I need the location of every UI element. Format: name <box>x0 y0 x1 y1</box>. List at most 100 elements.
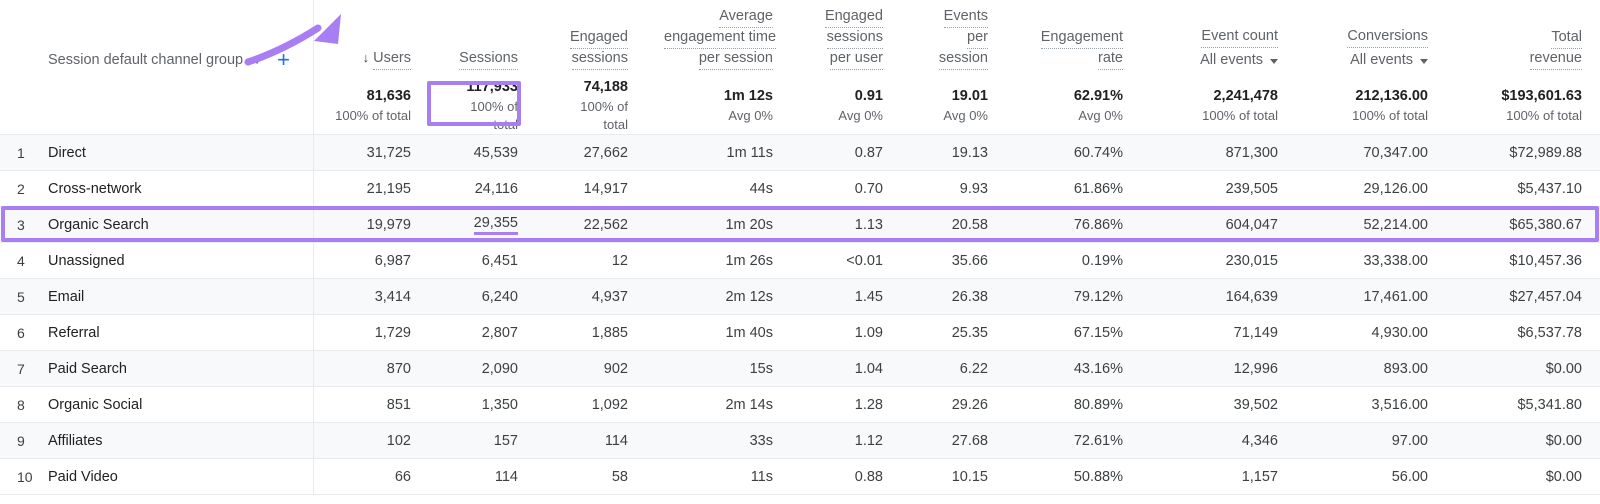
column-header-engaged-sessions-per-user[interactable]: Engaged sessions per user <box>791 0 901 78</box>
header-line: sessions <box>571 49 628 70</box>
cell-events-session: 19.13 <box>901 134 1006 171</box>
table-row[interactable]: 5 Email 3,414 6,240 4,937 2m 12s 1.45 26.38 79.1… <box>0 278 1600 315</box>
table-row[interactable]: 2 Cross-network 21,195 24,116 14,917 44s 0.70 9… <box>0 170 1600 207</box>
row-label[interactable]: Paid Video <box>48 469 118 485</box>
event-count-filter-label: All events <box>1200 52 1263 68</box>
row-label[interactable]: Referral <box>48 325 100 341</box>
column-header-conversions[interactable]: Conversions All events <box>1296 0 1446 78</box>
row-label[interactable]: Unassigned <box>48 253 125 269</box>
cell-total-revenue: $65,380.67 <box>1446 206 1600 243</box>
row-index: 7 <box>17 360 25 377</box>
arrow-down-icon: ↓ <box>362 50 370 65</box>
row-index: 1 <box>17 144 25 161</box>
cell-sessions: 114 <box>429 458 536 495</box>
table-row[interactable]: 6 Referral 1,729 2,807 1,885 1m 40s 1.09 25.35 6… <box>0 314 1600 351</box>
cell-users: 31,725 <box>313 134 429 171</box>
header-row: Session default channel group + ↓ Users S… <box>0 0 1600 78</box>
dimension-column-header[interactable]: Session default channel group + <box>0 0 314 78</box>
row-index: 2 <box>17 180 25 197</box>
header-line: Events <box>943 7 988 28</box>
summary-value: 19.01 <box>951 88 988 104</box>
cell-avg-eng-time: 11s <box>646 458 791 495</box>
cell-event-count: 164,639 <box>1141 278 1296 315</box>
plus-icon[interactable]: + <box>277 49 290 71</box>
table-row[interactable]: 7 Paid Search 870 2,090 902 15s 1.04 6.22 43.16%… <box>0 350 1600 387</box>
cell-total-revenue: $0.00 <box>1446 422 1600 459</box>
cell-event-count: 604,047 <box>1141 206 1296 243</box>
column-header-total-revenue[interactable]: Total revenue <box>1446 0 1600 78</box>
cell-sessions: 6,451 <box>429 242 536 279</box>
cell-conversions: 97.00 <box>1296 422 1446 459</box>
column-header-engagement-rate[interactable]: Engagement rate <box>1006 0 1141 78</box>
summary-value: 117,933 <box>466 79 518 95</box>
cell-engagement-rate: 0.19% <box>1006 242 1141 279</box>
summary-dimension-cell <box>0 78 314 135</box>
cell-eng-sess-user: 0.88 <box>791 458 901 495</box>
cell-avg-eng-time: 1m 11s <box>646 134 791 171</box>
row-label[interactable]: Organic Social <box>48 397 142 413</box>
chevron-down-icon[interactable] <box>1420 59 1428 64</box>
summary-subtext: 100% of total <box>1352 108 1428 123</box>
column-header-event-count[interactable]: Event count All events <box>1141 0 1296 78</box>
header-line: session <box>938 49 988 70</box>
header-line: Engaged <box>569 28 628 49</box>
chevron-down-icon[interactable] <box>1270 59 1278 64</box>
cell-eng-sess-user: <0.01 <box>791 242 901 279</box>
summary-cell-users: 81,636 100% of total <box>313 78 429 135</box>
header-line: Sessions <box>459 49 518 70</box>
summary-value: 0.91 <box>854 88 883 104</box>
table-row[interactable]: 8 Organic Social 851 1,350 1,092 2m 14s 1.28 29… <box>0 386 1600 423</box>
cell-avg-eng-time: 1m 20s <box>646 206 791 243</box>
summary-cell-events-per-session: 19.01 Avg 0% <box>901 78 1006 135</box>
cell-eng-sess-user: 1.04 <box>791 350 901 387</box>
table-row[interactable]: 10 Paid Video 66 114 58 11s 0.88 10.15 50.88% 1,1… <box>0 458 1600 495</box>
table-row[interactable]: 1 Direct 31,725 45,539 27,662 1m 11s 0.87 19.13… <box>0 134 1600 171</box>
row-label[interactable]: Email <box>48 289 84 305</box>
row-label[interactable]: Cross-network <box>48 181 141 197</box>
summary-value: 2,241,478 <box>1213 88 1278 104</box>
row-dimension-cell: 2 Cross-network <box>0 170 314 207</box>
cell-event-count: 4,346 <box>1141 422 1296 459</box>
column-header-users[interactable]: ↓ Users <box>313 0 429 78</box>
highlighted-value: 29,355 <box>473 215 518 235</box>
summary-cell-engagement-rate: 62.91% Avg 0% <box>1006 78 1141 135</box>
cell-eng-sess-user: 1.12 <box>791 422 901 459</box>
cell-events-session: 29.26 <box>901 386 1006 423</box>
table-row[interactable]: 3 Organic Search 19,979 29,355 22,562 1m 20s 1… <box>0 206 1600 243</box>
row-index: 6 <box>17 324 25 341</box>
cell-sessions: 1,350 <box>429 386 536 423</box>
column-header-average-engagement-time-per-session[interactable]: Average engagement time per session <box>646 0 791 78</box>
cell-users: 870 <box>313 350 429 387</box>
row-label[interactable]: Direct <box>48 145 86 161</box>
cell-users: 21,195 <box>313 170 429 207</box>
summary-subtext: Avg 0% <box>838 108 883 123</box>
cell-users: 102 <box>313 422 429 459</box>
cell-event-count: 871,300 <box>1141 134 1296 171</box>
cell-engagement-rate: 79.12% <box>1006 278 1141 315</box>
table-row[interactable]: 4 Unassigned 6,987 6,451 12 1m 26s <0.01 35.66 0… <box>0 242 1600 279</box>
summary-subtext: 100% of total <box>335 108 411 123</box>
cell-engagement-rate: 80.89% <box>1006 386 1141 423</box>
chevron-down-icon[interactable] <box>253 58 262 64</box>
summary-cell-engaged-sessions: 74,188 100% of total <box>536 78 646 135</box>
column-header-sessions[interactable]: Sessions <box>429 0 536 78</box>
column-header-events-per-session[interactable]: Events per session <box>901 0 1006 78</box>
summary-cell-engaged-sessions-per-user: 0.91 Avg 0% <box>791 78 901 135</box>
cell-eng-sess-user: 1.09 <box>791 314 901 351</box>
cell-events-session: 27.68 <box>901 422 1006 459</box>
cell-engagement-rate: 60.74% <box>1006 134 1141 171</box>
cell-conversions: 56.00 <box>1296 458 1446 495</box>
table-row[interactable]: 9 Affiliates 102 157 114 33s 1.12 27.68 72.61% 4,… <box>0 422 1600 459</box>
cell-events-session: 26.38 <box>901 278 1006 315</box>
cell-sessions: 24,116 <box>429 170 536 207</box>
cell-avg-eng-time: 2m 14s <box>646 386 791 423</box>
column-header-engaged-sessions[interactable]: Engaged sessions <box>536 0 646 78</box>
header-line: per <box>967 28 988 49</box>
row-label[interactable]: Organic Search <box>48 217 149 233</box>
row-label[interactable]: Paid Search <box>48 361 127 377</box>
event-count-filter[interactable]: All events <box>1159 50 1278 70</box>
conversions-filter[interactable]: All events <box>1314 50 1428 70</box>
header-line: per user <box>829 49 883 70</box>
cell-total-revenue: $5,341.80 <box>1446 386 1600 423</box>
row-label[interactable]: Affiliates <box>48 433 103 449</box>
